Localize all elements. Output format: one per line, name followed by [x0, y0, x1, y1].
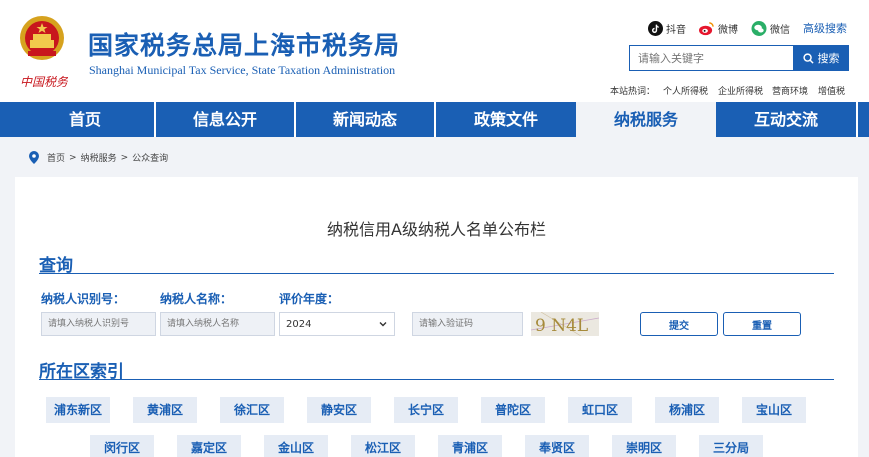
national-emblem-icon [20, 16, 64, 60]
district-button[interactable]: 虹口区 [568, 397, 632, 423]
advanced-search-link[interactable]: 高级搜索 [803, 20, 847, 36]
douyin-link[interactable]: 抖音 [648, 20, 686, 36]
page-title: 纳税信用A级纳税人名单公布栏 [327, 220, 546, 239]
nav-item-policy[interactable]: 政策文件 [436, 102, 576, 137]
nav-divider [856, 102, 858, 137]
nav-item-home[interactable]: 首页 [16, 102, 154, 137]
district-button[interactable]: 杨浦区 [655, 397, 719, 423]
evaluation-year-select[interactable]: 2024 [279, 312, 395, 336]
district-button[interactable]: 黄浦区 [133, 397, 197, 423]
breadcrumb-tax-service[interactable]: 纳税服务 [81, 151, 117, 164]
nav-item-news[interactable]: 新闻动态 [296, 102, 434, 137]
content-panel: 纳税信用A级纳税人名单公布栏 查询 纳税人识别号： 纳税人名称： 评价年度： 2… [15, 177, 858, 457]
breadcrumb: 首页 > 纳税服务 > 公众查询 [29, 151, 168, 164]
district-button[interactable]: 静安区 [307, 397, 371, 423]
site-subtitle: Shanghai Municipal Tax Service, State Ta… [89, 63, 396, 77]
svg-text:中国税务: 中国税务 [20, 75, 68, 89]
main-nav: 首页 信息公开 新闻动态 政策文件 纳税服务 互动交流 [0, 102, 869, 137]
district-button[interactable]: 三分局 [699, 435, 763, 457]
breadcrumb-separator: > [120, 152, 129, 163]
svg-text:9 N4L: 9 N4L [535, 316, 588, 336]
douyin-icon [648, 20, 663, 36]
hot-term-link[interactable]: 个人所得税 [663, 84, 708, 97]
evaluation-year-value: 2024 [286, 318, 312, 330]
douyin-label: 抖音 [666, 24, 686, 36]
district-button[interactable]: 宝山区 [742, 397, 806, 423]
nav-item-interaction[interactable]: 互动交流 [716, 102, 856, 137]
captcha-input[interactable] [412, 312, 523, 336]
taxpayer-name-label: 纳税人名称： [160, 292, 233, 306]
district-button[interactable]: 青浦区 [438, 435, 502, 457]
reset-button[interactable]: 重置 [723, 312, 801, 336]
search-input[interactable] [629, 45, 793, 71]
evaluation-year-label: 评价年度： [279, 292, 340, 306]
site-title[interactable]: 国家税务总局上海市税务局 [88, 26, 400, 62]
taxpayer-id-input[interactable] [41, 312, 156, 336]
search-button[interactable]: 搜索 [793, 45, 849, 71]
district-button[interactable]: 闵行区 [90, 435, 154, 457]
district-button[interactable]: 奉贤区 [525, 435, 589, 457]
district-button[interactable]: 普陀区 [481, 397, 545, 423]
weibo-icon [699, 21, 714, 35]
hot-term-link[interactable]: 企业所得税 [718, 84, 763, 97]
district-button[interactable]: 浦东新区 [46, 397, 110, 423]
district-button[interactable]: 嘉定区 [177, 435, 241, 457]
hot-terms-label: 本站热词： [610, 87, 656, 97]
wechat-label: 微信 [770, 24, 790, 36]
nav-item-info[interactable]: 信息公开 [156, 102, 294, 137]
weibo-label: 微博 [718, 24, 738, 36]
submit-button[interactable]: 提交 [640, 312, 718, 336]
wechat-icon [751, 20, 767, 36]
district-button[interactable]: 崇明区 [612, 435, 676, 457]
breadcrumb-public-query: 公众查询 [132, 154, 169, 164]
district-button[interactable]: 松江区 [351, 435, 415, 457]
china-tax-logo: 中国税务 [20, 75, 68, 89]
nav-item-tax-service[interactable]: 纳税服务 [576, 102, 716, 137]
taxpayer-name-input[interactable] [160, 312, 275, 336]
hot-term-link[interactable]: 营商环境 [772, 84, 808, 97]
taxpayer-id-label: 纳税人识别号： [41, 292, 126, 306]
weibo-link[interactable]: 微博 [698, 20, 738, 36]
chevron-down-icon [379, 322, 387, 327]
captcha-image[interactable]: 9 N4L [531, 312, 599, 336]
search-icon [802, 52, 814, 64]
query-divider [39, 273, 834, 274]
breadcrumb-home[interactable]: 首页 [47, 151, 65, 164]
hot-term-link[interactable]: 增值税 [818, 84, 845, 97]
site-header: 中国税务 国家税务总局上海市税务局 Shanghai Municipal Tax… [0, 0, 869, 102]
district-divider [39, 379, 834, 380]
district-button[interactable]: 徐汇区 [220, 397, 284, 423]
district-button[interactable]: 金山区 [264, 435, 328, 457]
search-button-label: 搜索 [817, 52, 840, 65]
wechat-link[interactable]: 微信 [751, 20, 790, 36]
location-pin-icon [29, 151, 39, 164]
district-button[interactable]: 长宁区 [394, 397, 458, 423]
breadcrumb-separator: > [69, 152, 77, 163]
